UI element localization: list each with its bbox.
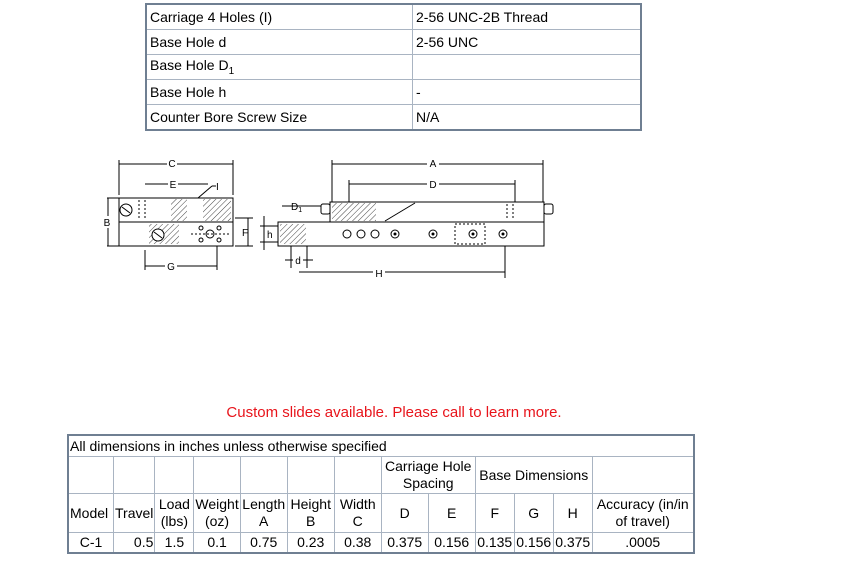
spec-value: 2-56 UNC: [412, 29, 642, 55]
spec-table: Carriage 4 Holes (I) 2-56 UNC-2B Thread …: [145, 3, 642, 131]
spec-label-subscript: 1: [228, 65, 235, 77]
table-row: Carriage 4 Holes (I) 2-56 UNC-2B Thread: [145, 3, 642, 30]
table-row: All dimensions in inches unless otherwis…: [67, 434, 695, 457]
spec-label-text: Base Hole D: [150, 57, 229, 74]
dim-label-d: D: [429, 180, 436, 191]
header-load: Load (lbs): [154, 493, 195, 533]
header-width: Width C: [333, 493, 382, 533]
cell-model: C-1: [67, 532, 114, 554]
dim-label-a: A: [430, 159, 437, 170]
cell-weight: 0.1: [193, 532, 241, 554]
side-view: A D D1 h d H: [260, 158, 554, 280]
table-row: C-1 0.5 1.5 0.1 0.75 0.23 0.38 0.375 0.1…: [67, 532, 695, 554]
spec-value: 2-56 UNC-2B Thread: [412, 3, 642, 30]
page: { "spec_table": { "rows": [ {"label": "C…: [0, 0, 845, 563]
cell-length: 0.75: [239, 532, 288, 554]
cell-g: 0.156: [513, 532, 554, 554]
dim-label-h: H: [375, 269, 382, 280]
dimensions-table: All dimensions in inches unless otherwis…: [67, 434, 695, 554]
cell-e: 0.156: [427, 532, 476, 554]
table-row: Carriage Hole Spacing Base Dimensions: [67, 456, 695, 494]
cell-load: 1.5: [154, 532, 195, 554]
spec-value: N/A: [412, 104, 642, 131]
table-row: Model Travel Load (lbs) Weight (oz) Leng…: [67, 493, 695, 533]
spec-label: Counter Bore Screw Size: [145, 104, 413, 131]
dim-label-f: F: [242, 228, 248, 239]
dim-label-c: C: [168, 159, 175, 170]
cell-travel: 0.5: [112, 532, 156, 554]
dim-label-d-lower: d: [295, 256, 301, 267]
slide-dimension-drawing: C E I B G F A D D1 h d H: [101, 158, 554, 280]
custom-slides-note: Custom slides available. Please call to …: [226, 404, 562, 421]
spec-label: Carriage 4 Holes (I): [145, 3, 413, 30]
table-row: Counter Bore Screw Size N/A: [145, 104, 642, 131]
spec-label: Base Hole D1: [145, 54, 413, 80]
dim-label-d1-sub: 1: [298, 207, 302, 214]
spec-label: Base Hole h: [145, 79, 413, 105]
cell-height: 0.23: [286, 532, 335, 554]
header-g: G: [513, 493, 554, 533]
dim-label-e: E: [170, 180, 177, 191]
cell-width: 0.38: [333, 532, 382, 554]
table-row: Base Hole D1: [145, 54, 642, 80]
end-view: C E I B G F: [101, 158, 253, 273]
header-height: Height B: [286, 493, 335, 533]
header-length: Length A: [239, 493, 288, 533]
table-row: Base Hole h -: [145, 79, 642, 105]
header-accuracy: Accuracy (in/in of travel): [591, 493, 695, 533]
dim-label-b: B: [104, 218, 111, 229]
dim-label-i: I: [216, 182, 219, 193]
header-travel: Travel: [112, 493, 156, 533]
spec-value: [412, 54, 642, 80]
header-f: F: [474, 493, 515, 533]
dim-label-d1-text: D: [291, 202, 298, 213]
dim-label-d1: D1: [291, 202, 302, 214]
header-base-dimensions: Base Dimensions: [474, 456, 593, 494]
header-weight: Weight (oz): [193, 493, 241, 533]
header-model: Model: [67, 493, 114, 533]
header-d: D: [380, 493, 429, 533]
cell-f: 0.135: [474, 532, 515, 554]
spec-value: -: [412, 79, 642, 105]
header-e: E: [427, 493, 476, 533]
dim-label-g: G: [167, 262, 175, 273]
cell-accuracy: .0005: [591, 532, 695, 554]
cell-d: 0.375: [380, 532, 429, 554]
table-caption: All dimensions in inches unless otherwis…: [67, 434, 695, 457]
header-h: H: [552, 493, 593, 533]
header-carriage-hole-spacing: Carriage Hole Spacing: [380, 456, 476, 494]
dim-label-h-lower: h: [267, 230, 273, 241]
cell-h: 0.375: [552, 532, 593, 554]
spec-label: Base Hole d: [145, 29, 413, 55]
table-row: Base Hole d 2-56 UNC: [145, 29, 642, 55]
